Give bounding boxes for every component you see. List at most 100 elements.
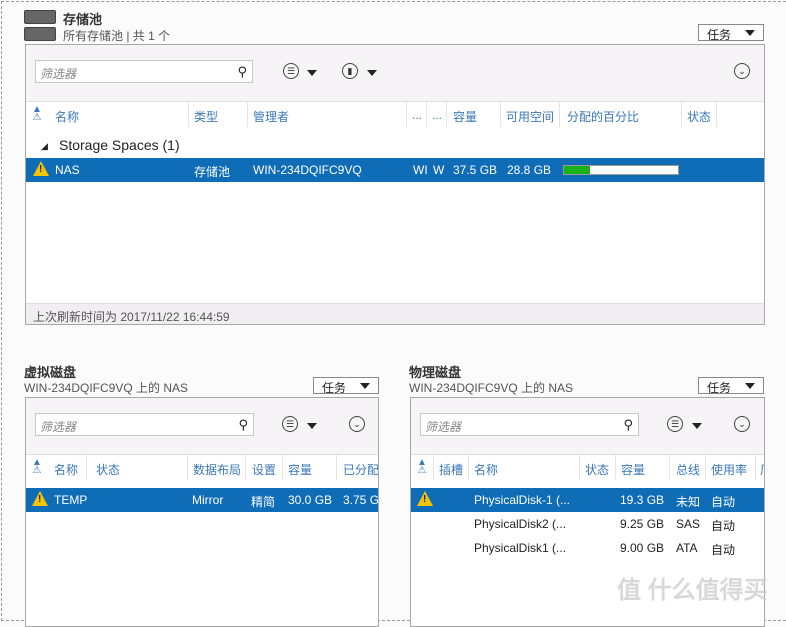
filter-input[interactable]: 筛选器 ⚲ (420, 413, 639, 436)
table-header: ▲ ⚠ 名称 类型 管理者 ... ... 容量 可用空间 分配的百分比 状态 (26, 102, 764, 127)
table-row[interactable]: ! NAS 存储池 WIN-234DQIFC9VQ WI W 37.5 GB 2… (26, 158, 764, 182)
column-allocated[interactable]: 已分配 (343, 461, 378, 478)
column-hidden-2[interactable]: ... (432, 108, 442, 122)
watermark-logo: 值 什么值得买 (617, 577, 768, 604)
column-name[interactable]: 名称 (474, 461, 498, 478)
filter-placeholder: 筛选器 (425, 420, 462, 434)
column-status[interactable]: 状态 (585, 461, 609, 478)
column-bus[interactable]: 总线 (676, 461, 700, 478)
cell-allocated: 3.75 G (343, 493, 379, 507)
column-name[interactable]: 名称 (55, 108, 79, 125)
column-name[interactable]: 名称 (54, 461, 78, 478)
list-view-icon[interactable]: ☰ (282, 416, 298, 432)
tasks-label: 任务 (707, 381, 732, 395)
warning-sort-icon[interactable]: ▲ ⚠ (417, 458, 427, 476)
cell-bus: 未知 (676, 495, 701, 509)
column-vendor[interactable]: 厂 (760, 461, 764, 478)
column-slot[interactable]: 插槽 (439, 461, 463, 478)
storage-pools-tasks-button[interactable]: 任务 (698, 24, 764, 42)
chevron-down-icon[interactable] (367, 70, 377, 76)
search-icon[interactable]: ⚲ (623, 417, 633, 433)
tasks-label: 任务 (707, 28, 732, 42)
cell-name: PhysicalDisk1 (... (474, 541, 567, 555)
column-free-space[interactable]: 可用空间 (506, 108, 554, 125)
expand-icon[interactable]: ⌄ (734, 63, 750, 79)
table-row[interactable]: ! TEMP Mirror 精简 30.0 GB 3.75 G (26, 488, 378, 512)
column-hidden-1[interactable]: ... (412, 108, 422, 122)
table-row[interactable]: PhysicalDisk1 (... 9.00 GB ATA 自动 (411, 536, 764, 560)
column-capacity[interactable]: 容量 (621, 461, 645, 478)
chevron-down-icon[interactable] (307, 423, 317, 429)
cell-capacity: 37.5 GB (453, 163, 498, 177)
column-status[interactable]: 状态 (96, 461, 120, 478)
storage-pool-icon (24, 10, 56, 42)
cell-name: PhysicalDisk2 (... (474, 517, 567, 531)
warning-icon: ! (32, 491, 48, 506)
column-capacity[interactable]: 容量 (453, 108, 477, 125)
virtual-disks-panel: 筛选器 ⚲ ☰ ⌄ ▲ ⚠ 名称 状态 数据布局 设置 容量 已分配 ! TEMP … (25, 397, 379, 627)
column-manager[interactable]: 管理者 (253, 108, 289, 125)
chevron-down-icon[interactable] (307, 70, 317, 76)
cell-type: 存储池 (194, 165, 231, 179)
column-capacity[interactable]: 容量 (288, 461, 312, 478)
list-view-icon[interactable]: ☰ (667, 416, 683, 432)
chevron-down-icon (745, 30, 755, 36)
cell-name: TEMP (54, 493, 88, 507)
cell-layout: Mirror (192, 493, 224, 507)
column-allocated-percent[interactable]: 分配的百分比 (567, 108, 639, 125)
cell-hidden-2: W (433, 163, 445, 177)
progress-fill (564, 166, 591, 174)
cell-name: NAS (55, 163, 80, 177)
column-usage[interactable]: 使用率 (711, 461, 747, 478)
save-query-icon[interactable]: ▮ (342, 63, 358, 79)
cell-free: 28.8 GB (507, 163, 552, 177)
cell-manager: WIN-234DQIFC9VQ (253, 163, 362, 177)
cell-name: PhysicalDisk-1 (... (474, 493, 571, 507)
list-view-icon[interactable]: ☰ (283, 63, 299, 79)
search-icon[interactable]: ⚲ (238, 417, 248, 433)
search-icon[interactable]: ⚲ (237, 64, 247, 80)
column-status[interactable]: 状态 (687, 108, 711, 125)
physical-disks-subtitle: WIN-234DQIFC9VQ 上的 NAS (409, 381, 574, 395)
cell-capacity: 9.00 GB (620, 541, 665, 555)
allocated-progress-bar (563, 165, 679, 175)
physical-disks-tasks-button[interactable]: 任务 (698, 377, 764, 395)
expand-icon[interactable]: ⌄ (734, 416, 750, 432)
chevron-down-icon[interactable] (692, 423, 702, 429)
cell-usage: 自动 (711, 519, 736, 533)
cell-capacity: 30.0 GB (288, 493, 333, 507)
expand-icon[interactable]: ⌄ (349, 416, 365, 432)
table-header: ▲⚠ 插槽 名称 状态 容量 总线 使用率 厂 (411, 455, 764, 480)
column-layout[interactable]: 数据布局 (193, 461, 241, 478)
group-row[interactable]: ◢ Storage Spaces (1) (26, 134, 764, 158)
table-header: ▲ ⚠ 名称 状态 数据布局 设置 容量 已分配 (26, 455, 378, 480)
storage-pools-panel: 筛选器 ⚲ ☰ ▮ ⌄ ▲ ⚠ 名称 类型 管理者 ... ... 容量 可用空间 … (25, 44, 765, 325)
cell-provisioning: 精简 (251, 495, 276, 509)
cell-usage: 自动 (711, 543, 736, 557)
toolbar: 筛选器 ⚲ ☰ ⌄ (411, 398, 764, 455)
collapse-icon[interactable]: ◢ (41, 141, 48, 152)
cell-hidden-1: WI (413, 163, 428, 177)
filter-input[interactable]: 筛选器 ⚲ (35, 60, 253, 83)
warning-sort-icon[interactable]: ▲ ⚠ (32, 458, 42, 476)
filter-placeholder: 筛选器 (40, 67, 77, 81)
virtual-disks-tasks-button[interactable]: 任务 (313, 377, 379, 395)
warning-icon: ! (417, 491, 433, 506)
warning-icon: ! (33, 161, 49, 176)
warning-sort-icon[interactable]: ▲ ⚠ (32, 105, 42, 123)
cell-bus: ATA (676, 541, 698, 555)
toolbar: 筛选器 ⚲ ☰ ⌄ (26, 398, 378, 455)
storage-pools-subtitle: 所有存储池 | 共 1 个 (63, 29, 171, 43)
cell-capacity: 19.3 GB (620, 493, 665, 507)
tasks-label: 任务 (322, 381, 347, 395)
virtual-disks-subtitle: WIN-234DQIFC9VQ 上的 NAS (24, 381, 189, 395)
filter-input[interactable]: 筛选器 ⚲ (35, 413, 254, 436)
column-type[interactable]: 类型 (194, 108, 218, 125)
column-provisioning[interactable]: 设置 (252, 461, 276, 478)
filter-placeholder: 筛选器 (40, 420, 77, 434)
cell-capacity: 9.25 GB (620, 517, 665, 531)
table-row[interactable]: PhysicalDisk2 (... 9.25 GB SAS 自动 (411, 512, 764, 536)
toolbar: 筛选器 ⚲ ☰ ▮ ⌄ (26, 45, 764, 102)
chevron-down-icon (360, 383, 370, 389)
table-row[interactable]: ! PhysicalDisk-1 (... 19.3 GB 未知 自动 (411, 488, 764, 512)
